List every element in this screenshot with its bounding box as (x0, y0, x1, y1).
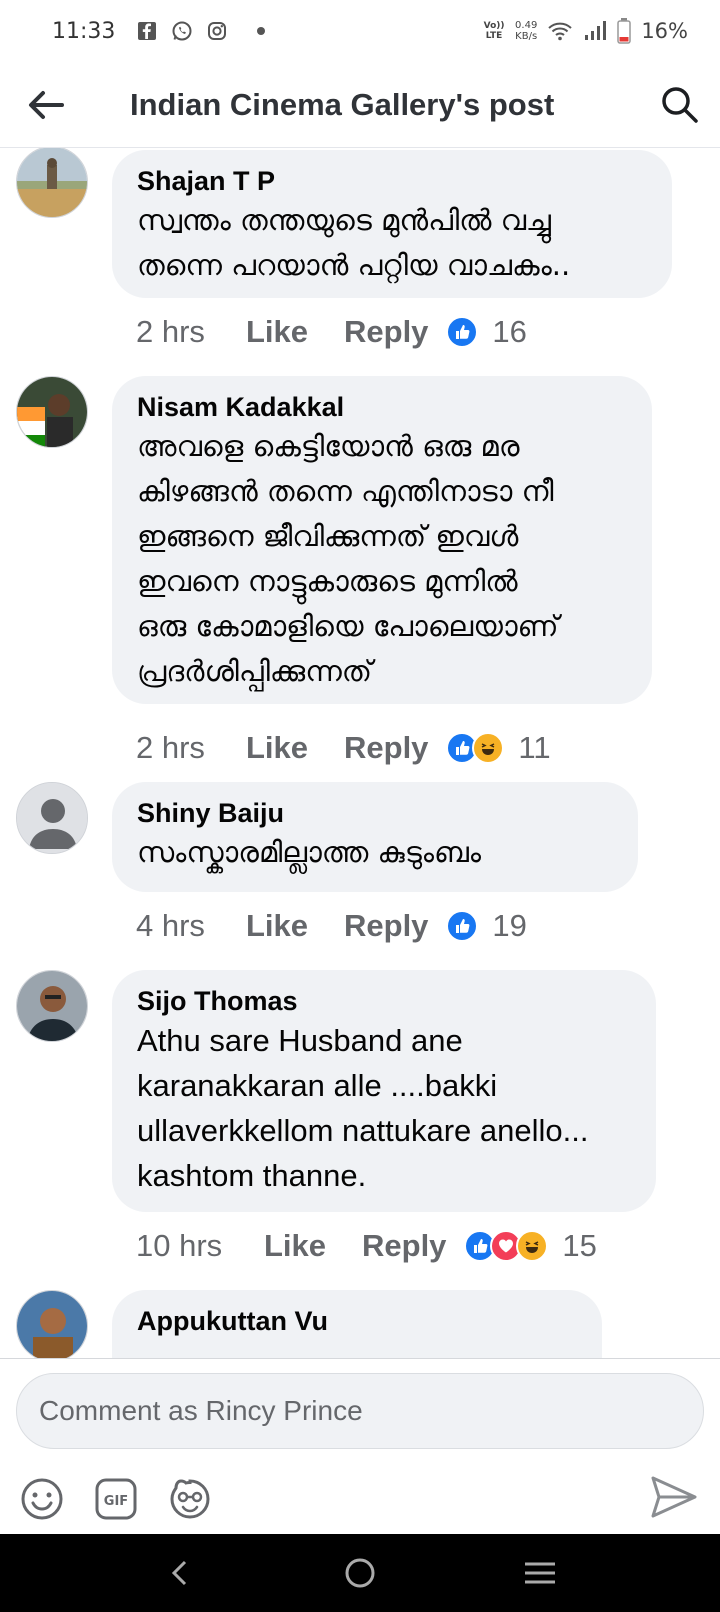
svg-text:GIF: GIF (104, 1494, 128, 1509)
comment-author[interactable]: Appukuttan Vu (137, 1304, 578, 1338)
like-button[interactable]: Like (264, 1228, 362, 1264)
emoji-icon (21, 1478, 63, 1520)
comment-text-line: ഇവനെ നാട്ടുകാരുടെ മുന്നിൽ (137, 564, 518, 598)
haha-reaction-icon (472, 732, 505, 764)
comment-author[interactable]: Shajan T P (137, 164, 648, 198)
comments-list: Shajan T P സ്വന്തം തന്തയുടെ മുൻപിൽ വച്ചു… (0, 148, 720, 1358)
reactions[interactable] (464, 1230, 549, 1262)
avatar[interactable] (16, 782, 88, 854)
like-button[interactable]: Like (246, 730, 344, 766)
system-nav-bar (0, 1534, 720, 1612)
volte-icon: Vo)) LTE (483, 21, 505, 41)
comment-meta: 2 hrs Like Reply 11 (136, 728, 551, 768)
comment-time[interactable]: 10 hrs (136, 1228, 264, 1264)
nav-back-button[interactable] (150, 1543, 210, 1603)
reply-button[interactable]: Reply (344, 314, 428, 350)
back-button[interactable] (0, 62, 92, 148)
like-reaction-icon (446, 316, 479, 348)
net-speed: 0.49 KB/s (515, 20, 537, 42)
gif-button[interactable]: GIF (94, 1477, 138, 1521)
comment-author[interactable]: Shiny Baiju (137, 796, 614, 830)
comment-bubble[interactable]: Sijo Thomas Athu sare Husband ane karana… (112, 970, 656, 1212)
reaction-count[interactable]: 11 (518, 730, 550, 766)
net-speed-value: 0.49 (515, 20, 538, 31)
net-speed-unit: KB/s (515, 31, 538, 42)
sticker-icon (170, 1479, 210, 1519)
comment-time[interactable]: 4 hrs (136, 908, 246, 944)
signal-icon (583, 20, 607, 42)
back-arrow-icon (29, 90, 64, 119)
avatar[interactable] (16, 1290, 88, 1358)
comment-text-line: പ്രദർശിപ്പിക്കുന്നത് (137, 654, 373, 688)
comment-meta: 2 hrs Like Reply 16 (136, 312, 527, 352)
gif-icon: GIF (95, 1478, 137, 1520)
comment-author[interactable]: Nisam Kadakkal (137, 390, 628, 424)
reply-button[interactable]: Reply (344, 730, 428, 766)
comment-bubble[interactable]: Appukuttan Vu (112, 1290, 602, 1358)
facebook-notification-icon (137, 21, 157, 41)
reactions[interactable] (446, 732, 505, 764)
reaction-count[interactable]: 19 (492, 908, 526, 944)
like-button[interactable]: Like (246, 908, 344, 944)
battery-percent: 16% (641, 19, 688, 43)
reply-button[interactable]: Reply (344, 908, 428, 944)
sticker-button[interactable] (168, 1477, 212, 1521)
comment-text-line: അവളെ കെട്ടിയോൻ ഒരു മര (137, 429, 520, 463)
wifi-icon (547, 20, 573, 42)
comment-time[interactable]: 2 hrs (136, 314, 246, 350)
compose-tools: GIF (20, 1477, 212, 1521)
app-header: Indian Cinema Gallery's post (0, 62, 720, 148)
haha-reaction-icon (516, 1230, 549, 1262)
avatar[interactable] (16, 970, 88, 1042)
comment-text-line: തന്നെ പറയാൻ പറ്റിയ വാചകം.. (137, 248, 571, 282)
reaction-count[interactable]: 15 (562, 1228, 596, 1264)
comment-text-line: സംസ്കാരമില്ലാത്ത കുടുംബം (137, 835, 482, 869)
comment-text-line: ഇങ്ങനെ ജീവിക്കുന്നത് ഇവൾ (137, 519, 519, 553)
nav-home-button[interactable] (330, 1543, 390, 1603)
comment-text-line: സ്വന്തം തന്തയുടെ മുൻപിൽ വച്ചു (137, 203, 551, 237)
comment-text-line: Athu sare Husband ane (137, 1023, 463, 1058)
instagram-notification-icon (207, 21, 227, 41)
comment-compose: Comment as Rincy Prince GIF (0, 1358, 720, 1534)
comment-meta: 4 hrs Like Reply 19 (136, 906, 527, 946)
comment-time[interactable]: 2 hrs (136, 730, 246, 766)
reaction-count[interactable]: 16 (492, 314, 526, 350)
avatar[interactable] (16, 148, 88, 218)
comment-bubble[interactable]: Shiny Baiju സംസ്കാരമില്ലാത്ത കുടുംബം (112, 782, 638, 892)
avatar[interactable] (16, 376, 88, 448)
nav-home-icon (345, 1558, 375, 1588)
nav-recents-button[interactable] (510, 1543, 570, 1603)
page-title: Indian Cinema Gallery's post (130, 86, 555, 122)
reply-button[interactable]: Reply (362, 1228, 446, 1264)
nav-menu-icon (525, 1562, 555, 1584)
comment-text-line: ullaverkkellom nattukare anello... (137, 1113, 589, 1148)
status-bar: 11:33 Vo)) LTE 0.49 KB/s 16% (0, 0, 720, 62)
comment-input[interactable]: Comment as Rincy Prince (16, 1373, 704, 1449)
like-reaction-icon (446, 910, 479, 942)
comment-text-line: kashtom thanne. (137, 1158, 367, 1193)
comment-text-line: karanakkaran alle ....bakki (137, 1068, 498, 1103)
search-icon (662, 86, 698, 123)
send-icon (651, 1476, 697, 1518)
comment-meta: 10 hrs Like Reply 15 (136, 1226, 597, 1266)
nav-back-icon (171, 1560, 187, 1586)
emoji-button[interactable] (20, 1477, 64, 1521)
default-avatar-icon (17, 783, 87, 853)
comment-text-line: ഒരു കോമാളിയെ പോലെയാണ് (137, 609, 559, 643)
comment-text-line: കിഴങ്ങൻ തന്നെ എന്തിനാടാ നീ (137, 474, 554, 508)
comment-author[interactable]: Sijo Thomas (137, 984, 632, 1018)
comment-bubble[interactable]: Nisam Kadakkal അവളെ കെട്ടിയോൻ ഒരു മര കിഴ… (112, 376, 652, 704)
status-time: 11:33 (52, 18, 116, 44)
more-notifications-dot-icon (257, 27, 266, 35)
comment-bubble[interactable]: Shajan T P സ്വന്തം തന്തയുടെ മുൻപിൽ വച്ചു… (112, 150, 672, 298)
battery-icon (617, 18, 632, 44)
search-button[interactable] (640, 62, 720, 148)
whatsapp-notification-icon (171, 20, 193, 42)
reactions[interactable] (446, 316, 479, 348)
send-button[interactable] (646, 1469, 702, 1525)
reactions[interactable] (446, 910, 479, 942)
like-button[interactable]: Like (246, 314, 344, 350)
